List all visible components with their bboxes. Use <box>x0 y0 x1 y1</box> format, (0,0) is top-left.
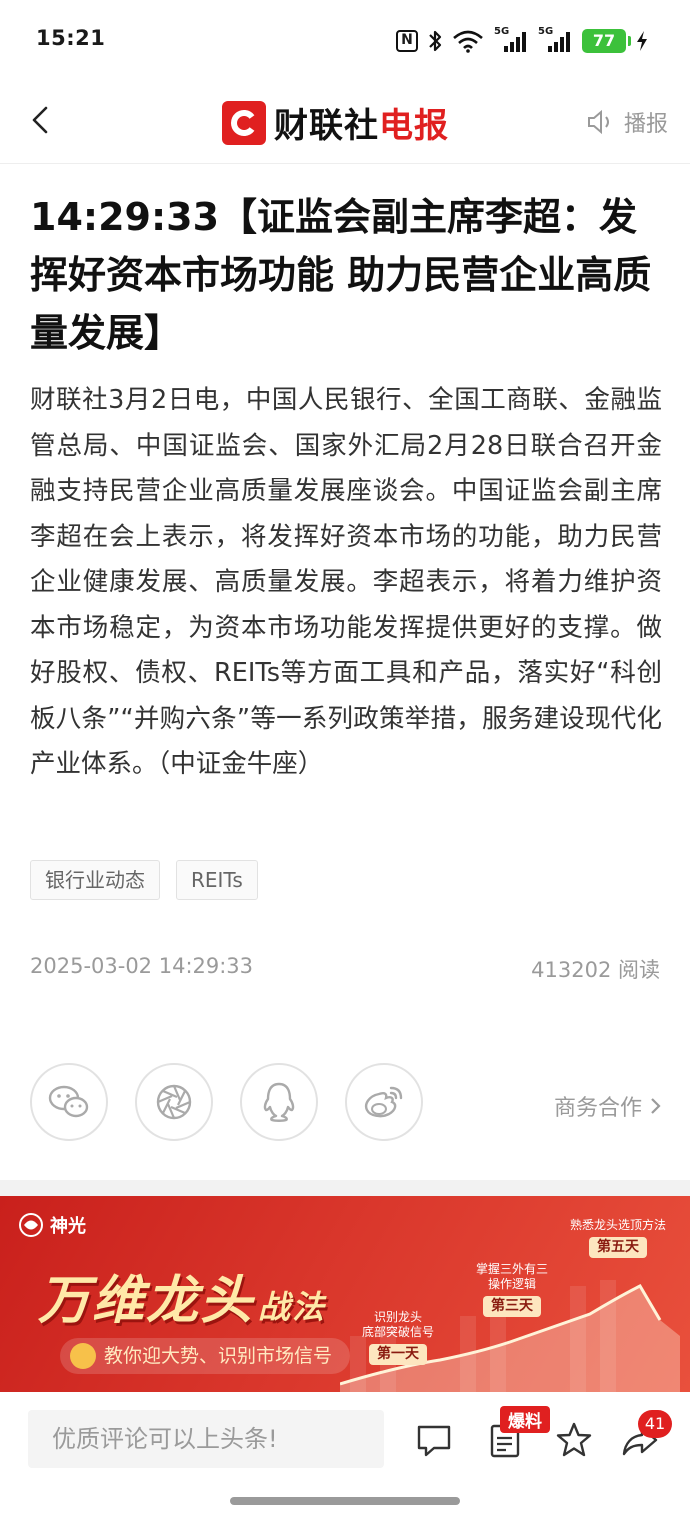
nfc-icon: N <box>396 28 418 54</box>
app-header: 财联社电报 播报 <box>0 80 690 164</box>
comment-input[interactable]: 优质评论可以上头条! <box>28 1410 384 1468</box>
moments-icon <box>156 1084 192 1120</box>
favorite-button[interactable] <box>554 1420 594 1460</box>
banner-step-1: 识别龙头 底部突破信号 第一天 <box>362 1310 434 1365</box>
step-label: 第一天 <box>369 1344 427 1365</box>
share-moments-button[interactable] <box>135 1063 213 1141</box>
tag-item[interactable]: 银行业动态 <box>30 860 160 900</box>
step-caption: 操作逻辑 <box>488 1277 537 1291</box>
comment-icon <box>417 1425 451 1457</box>
nfc-label: N <box>396 30 418 52</box>
tag-item[interactable]: REITs <box>176 860 258 900</box>
charging-icon <box>636 28 648 54</box>
logo-text: 财联社电报 <box>274 98 449 147</box>
battery-icon: 77 <box>582 28 631 54</box>
wechat-icon <box>48 1085 89 1118</box>
banner-title-suffix: 战法 <box>258 1288 327 1326</box>
publish-datetime: 2025-03-02 14:29:33 <box>30 954 254 978</box>
step-label: 第五天 <box>589 1237 647 1258</box>
logo-text-plain: 财联社 <box>274 106 379 146</box>
weibo-icon <box>365 1086 403 1118</box>
back-button[interactable] <box>22 100 62 140</box>
logo-text-red: 电报 <box>379 106 449 146</box>
comment-button[interactable] <box>414 1420 454 1460</box>
tag-list: 银行业动态 REITs <box>30 860 258 900</box>
banner-subtitle-text: 教你迎大势、识别市场信号 <box>104 1345 333 1367</box>
step-caption: 熟悉龙头选顶方法 <box>570 1218 667 1232</box>
section-divider <box>0 1180 690 1196</box>
status-bar: 15:21 N 5G 5G 77 <box>0 0 690 80</box>
share-weibo-button[interactable] <box>345 1063 423 1141</box>
banner-step-3: 掌握三外有三 操作逻辑 第三天 <box>476 1262 548 1317</box>
key-icon <box>70 1343 96 1369</box>
home-indicator[interactable] <box>230 1497 460 1505</box>
step-caption: 掌握三外有三 <box>476 1262 549 1276</box>
banner-brand-label: 神光 <box>50 1216 86 1237</box>
status-time: 15:21 <box>36 26 106 50</box>
read-count: 413202 阅读 <box>531 958 660 982</box>
share-row <box>30 1063 423 1141</box>
logo-mark-icon <box>222 100 266 145</box>
article-title: 14:29:33【证监会副主席李超：发挥好资本市场功能 助力民营企业高质量发展】 <box>30 195 652 355</box>
banner-subtitle: 教你迎大势、识别市场信号 <box>60 1338 351 1374</box>
app-logo: 财联社电报 <box>222 98 449 147</box>
chevron-left-icon <box>32 106 48 134</box>
share-qq-button[interactable] <box>240 1063 318 1141</box>
article-body: 财联社3月2日电，中国人民银行、全国工商联、金融监管总局、中国证监会、国家外汇局… <box>30 385 662 779</box>
signal-icon: 5G <box>494 26 528 54</box>
chevron-right-icon <box>651 1098 661 1114</box>
qq-icon <box>263 1082 295 1122</box>
status-icons: N 5G 5G 77 <box>396 26 648 56</box>
signal-icon: 5G <box>538 26 572 54</box>
business-cooperation-label: 商务合作 <box>553 1096 642 1121</box>
broadcast-button[interactable]: 播报 <box>586 106 668 138</box>
broadcast-label: 播报 <box>623 112 668 137</box>
ad-banner[interactable]: 神光 万维龙头 战法 教你迎大势、识别市场信号 识别龙头 底部突破信号 第一天 掌… <box>0 1196 690 1392</box>
banner-title-main: 万维龙头 <box>38 1270 255 1331</box>
star-icon <box>556 1422 592 1457</box>
battery-level: 77 <box>582 29 631 53</box>
banner-title: 万维龙头 战法 <box>38 1258 326 1333</box>
business-cooperation-link[interactable]: 商务合作 <box>554 1090 662 1122</box>
banner-brand: 神光 <box>18 1212 86 1238</box>
step-label: 第三天 <box>483 1296 541 1317</box>
hot-badge: 爆料 <box>500 1406 550 1433</box>
step-caption: 识别龙头 <box>374 1310 423 1324</box>
banner-step-5: 熟悉龙头选顶方法 第五天 <box>570 1218 666 1258</box>
step-caption: 底部突破信号 <box>362 1325 435 1339</box>
speaker-icon <box>587 109 609 135</box>
wifi-icon <box>452 28 484 54</box>
share-wechat-button[interactable] <box>30 1063 108 1141</box>
bluetooth-icon <box>428 28 442 54</box>
brand-swirl-icon <box>19 1213 43 1237</box>
share-count-badge: 41 <box>638 1410 672 1438</box>
